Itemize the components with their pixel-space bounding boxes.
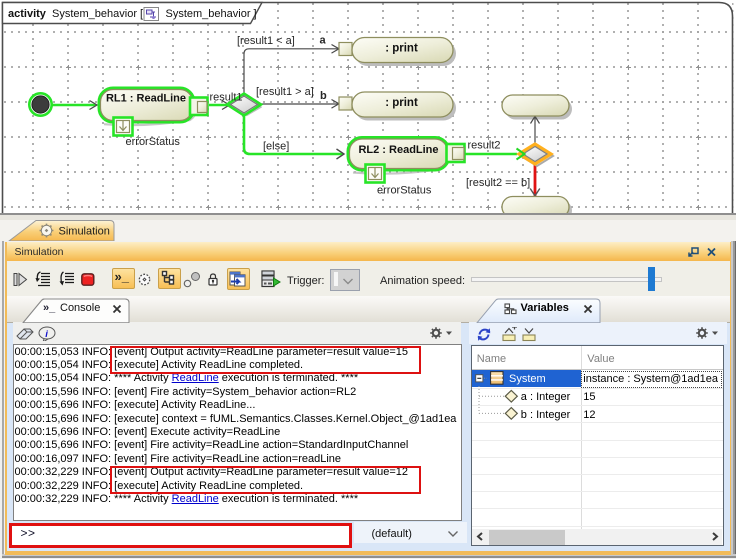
svg-text:: print: : print — [385, 43, 418, 55]
svg-text:[result1 > a]: [result1 > a] — [256, 86, 314, 98]
svg-text:Simulation: Simulation — [59, 226, 110, 238]
svg-text:i: i — [45, 329, 48, 340]
svg-text:a: a — [320, 35, 327, 47]
svg-text:[result1 < a]: [result1 < a] — [237, 35, 295, 47]
svg-text:result2: result2 — [468, 140, 501, 152]
svg-text:activity: activity — [8, 8, 47, 20]
svg-text:System_behavior [: System_behavior [ — [52, 8, 143, 20]
svg-text:[else]: [else] — [263, 141, 289, 153]
svg-text:[result2 == b]: [result2 == b] — [466, 177, 530, 189]
svg-text:b: b — [320, 90, 327, 102]
svg-text:errorStatus: errorStatus — [377, 185, 432, 197]
svg-text:RL2 : ReadLine: RL2 : ReadLine — [358, 144, 438, 156]
svg-text:result1: result1 — [210, 92, 243, 104]
svg-text:errorStatus: errorStatus — [126, 136, 181, 148]
svg-text:System_behavior ]: System_behavior ] — [166, 8, 257, 20]
svg-text:: print: : print — [385, 97, 418, 109]
svg-text:RL1 : ReadLine: RL1 : ReadLine — [106, 93, 186, 105]
